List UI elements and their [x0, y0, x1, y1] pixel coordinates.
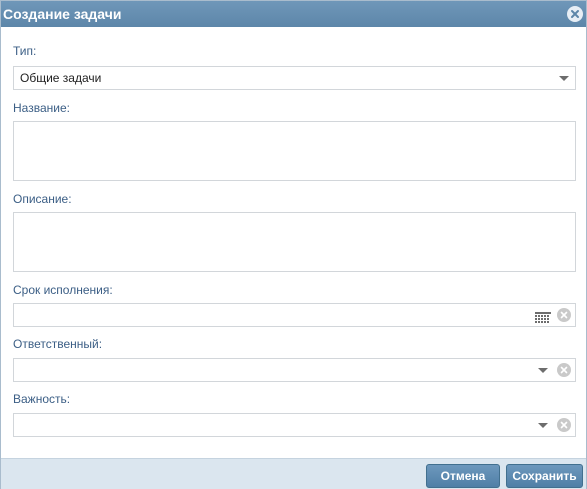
responsible-select[interactable] [13, 358, 576, 382]
clear-icon[interactable] [557, 363, 571, 377]
close-icon[interactable] [567, 6, 583, 22]
deadline-label: Срок исполнения: [13, 283, 113, 297]
name-textarea[interactable] [13, 121, 576, 181]
importance-label: Важность: [13, 392, 71, 406]
save-button[interactable]: Сохранить [506, 464, 583, 488]
dialog-footer: Отмена Сохранить [1, 458, 586, 489]
deadline-field[interactable] [13, 303, 576, 327]
calendar-icon[interactable] [535, 310, 551, 323]
description-textarea[interactable] [13, 212, 576, 272]
dialog-titlebar[interactable]: Создание задачи [1, 1, 586, 27]
name-label: Название: [13, 101, 70, 115]
dialog-title: Создание задачи [3, 6, 122, 22]
clear-icon[interactable] [557, 418, 571, 432]
description-label: Описание: [13, 192, 72, 206]
responsible-label: Ответственный: [13, 337, 103, 351]
cancel-button[interactable]: Отмена [426, 464, 500, 488]
task-create-dialog: Создание задачи Тип: Общие задачи Назван… [0, 0, 587, 489]
chevron-down-icon[interactable] [559, 76, 569, 81]
type-select[interactable]: Общие задачи [13, 66, 576, 90]
importance-select[interactable] [13, 413, 576, 437]
chevron-down-icon[interactable] [538, 423, 548, 428]
type-label: Тип: [13, 44, 37, 58]
dialog-body: Тип: Общие задачи Название: Описание: Ср… [1, 27, 586, 458]
type-select-value: Общие задачи [20, 71, 102, 85]
clear-icon[interactable] [557, 308, 571, 322]
chevron-down-icon[interactable] [538, 368, 548, 373]
